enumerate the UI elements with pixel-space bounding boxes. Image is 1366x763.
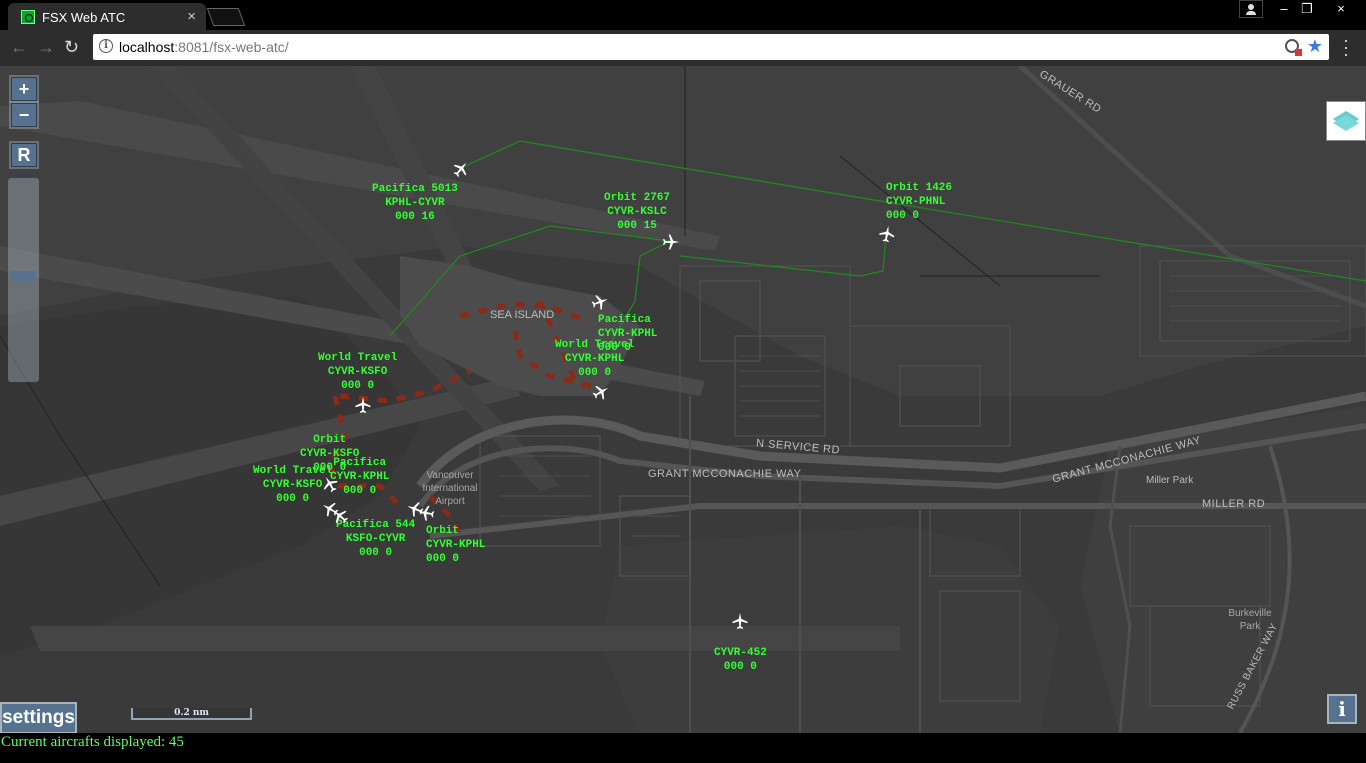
radar-map[interactable]: GRAUER RD SEA ISLAND N SERVICE RD GRANT … xyxy=(0,66,1366,733)
aircraft-callsign: Orbit 1426 xyxy=(886,182,953,194)
window-close-button[interactable]: × xyxy=(1323,0,1359,18)
browser-menu-icon[interactable]: · · · xyxy=(1343,31,1349,63)
restore-button[interactable]: ❐ xyxy=(1289,0,1325,18)
aircraft-alt-speed: 000 16 xyxy=(395,211,435,223)
aircraft-label[interactable]: Orbit 1426 CYVR-PHNL 000 0 xyxy=(886,181,952,223)
aircraft-callsign: Pacifica xyxy=(598,314,651,326)
aircraft-label[interactable]: CYVR-452 000 0 xyxy=(714,646,767,674)
aircraft-alt-speed: 000 0 xyxy=(276,493,310,505)
label-miller-rd: MILLER RD xyxy=(1202,498,1266,510)
label-grant-mcconachie-way: GRANT MCCONACHIE WAY xyxy=(648,468,802,480)
aircraft-label[interactable]: Pacifica 5013 KPHL-CYVR 000 16 xyxy=(372,182,458,224)
aircraft-route: KPHL-CYVR xyxy=(385,197,445,209)
forward-arrow-icon[interactable]: → xyxy=(37,37,55,58)
airplane-icon[interactable] xyxy=(877,224,898,245)
zoom-slider[interactable] xyxy=(8,178,39,382)
reload-icon[interactable]: ↻ xyxy=(64,37,79,58)
zoom-in-button[interactable]: + xyxy=(11,77,37,101)
aircraft-route: CYVR-KSFO xyxy=(327,366,388,378)
aircraft-callsign: Orbit 2767 xyxy=(604,192,671,204)
browser-titlebar: FSX Web ATC × – ❐ × xyxy=(0,0,1366,30)
label-miller-park: Miller Park xyxy=(1146,475,1194,486)
aircraft-alt-speed: 000 0 xyxy=(341,380,375,392)
aircraft-route: CYVR-452 xyxy=(714,647,767,659)
back-arrow-icon[interactable]: ← xyxy=(10,37,28,58)
aircraft-route: CYVR-KSLC xyxy=(607,206,667,218)
reset-view-button[interactable]: R xyxy=(11,143,37,167)
airplane-icon[interactable] xyxy=(731,612,749,630)
tab-close-icon[interactable]: × xyxy=(187,8,196,25)
airplane-icon[interactable] xyxy=(354,396,372,414)
aircraft-label[interactable]: Orbit CYVR-KPHL 000 0 xyxy=(426,524,485,566)
address-bar[interactable]: i localhost:8081/fsx-web-atc/ ★ xyxy=(93,34,1329,60)
aircraft-alt-speed: 000 0 xyxy=(886,210,920,222)
aircraft-callsign: Orbit xyxy=(426,525,460,537)
aircraft-alt-speed: 000 0 xyxy=(723,661,757,673)
aircraft-label[interactable]: Pacifica CYVR-KPHL 000 0 xyxy=(330,456,389,498)
aircraft-label[interactable]: World Travel CYVR-KPHL 000 0 xyxy=(555,338,634,380)
aircraft-label[interactable]: World Travel CYVR-KSFO 000 0 xyxy=(318,351,397,393)
scale-bar: 0.2 nm xyxy=(131,708,252,720)
url-path: :8081/fsx-web-atc/ xyxy=(174,39,289,55)
aircraft-label[interactable]: Orbit 2767 CYVR-KSLC 000 15 xyxy=(604,191,670,233)
map-basemap xyxy=(0,66,1366,733)
zoom-slider-handle[interactable] xyxy=(11,271,36,281)
new-tab-button[interactable] xyxy=(206,8,246,26)
aircraft-callsign: World Travel xyxy=(253,465,333,477)
aircraft-route: CYVR-KPHL xyxy=(426,539,486,551)
aircraft-callsign: World Travel xyxy=(318,352,398,364)
aircraft-label[interactable]: Pacifica 544 KSFO-CYVR 000 0 xyxy=(336,518,415,560)
zoom-out-button[interactable]: − xyxy=(11,103,37,127)
aircraft-callsign: Pacifica 5013 xyxy=(372,183,458,195)
profile-icon[interactable] xyxy=(1239,0,1263,18)
aircraft-alt-speed: 000 0 xyxy=(359,547,393,559)
aircraft-route: CYVR-KPHL xyxy=(564,353,625,365)
browser-tab[interactable]: FSX Web ATC × xyxy=(8,3,206,30)
label-sea-island: SEA ISLAND xyxy=(490,309,555,321)
aircraft-alt-speed: 000 15 xyxy=(617,220,657,232)
aircraft-alt-speed: 000 0 xyxy=(426,553,460,565)
url-text[interactable]: localhost:8081/fsx-web-atc/ xyxy=(119,39,289,55)
bookmark-star-icon[interactable]: ★ xyxy=(1307,36,1323,57)
site-info-icon[interactable]: i xyxy=(99,39,113,53)
radar-favicon-icon xyxy=(21,10,35,24)
browser-toolbar: ← → ↻ i localhost:8081/fsx-web-atc/ ★ · ·… xyxy=(0,30,1366,66)
layer-switcher-button[interactable] xyxy=(1326,101,1366,141)
aircraft-route: CYVR-PHNL xyxy=(886,196,946,208)
url-host: localhost xyxy=(119,39,175,55)
aircraft-callsign: Pacifica xyxy=(333,457,387,469)
aircraft-route: KSFO-CYVR xyxy=(345,533,406,545)
tab-title: FSX Web ATC xyxy=(42,10,126,25)
aircraft-alt-speed: 000 0 xyxy=(578,367,612,379)
info-button[interactable]: i xyxy=(1327,694,1357,724)
layers-icon xyxy=(1333,111,1359,131)
blocked-content-icon[interactable] xyxy=(1285,39,1302,56)
airplane-icon[interactable] xyxy=(416,503,437,524)
airplane-icon[interactable] xyxy=(662,233,680,251)
settings-button[interactable]: settings xyxy=(0,702,77,734)
aircraft-count-status: Current aircrafts displayed: 45 xyxy=(0,733,1366,763)
aircraft-callsign: World Travel xyxy=(555,339,635,351)
aircraft-callsign: Orbit xyxy=(313,434,347,446)
